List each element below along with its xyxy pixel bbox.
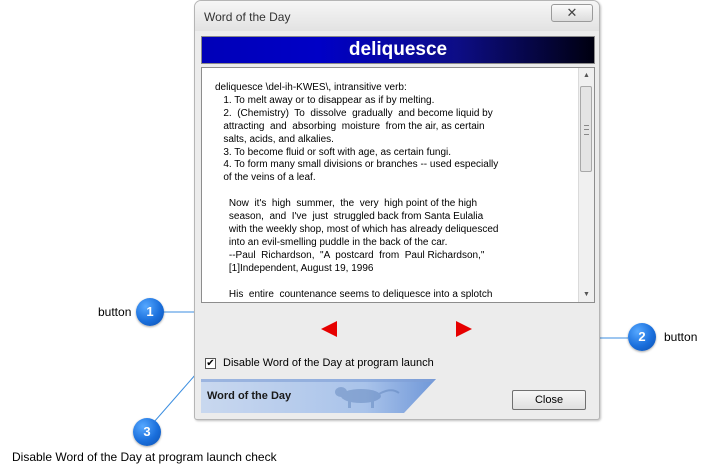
callout-2-badge: 2 <box>628 323 656 351</box>
previous-word-button[interactable] <box>319 319 339 339</box>
definition-line: deliquesce \del-ih-KWES\, intransitive v… <box>215 82 407 93</box>
callout-2-text: button <box>664 330 698 344</box>
callout-3-text: Disable Word of the Day at program launc… <box>12 450 277 464</box>
definition-line: season, and I've just struggled back fro… <box>215 211 484 223</box>
scroll-thumb[interactable] <box>580 86 592 172</box>
close-button[interactable]: Close <box>512 390 586 410</box>
definition-line: salts, acids, and alkalies. <box>215 133 334 145</box>
callout-3-badge: 3 <box>133 418 161 446</box>
scroll-up-button[interactable]: ▲ <box>579 68 594 83</box>
definition-line <box>215 185 565 198</box>
definition-text-area[interactable]: deliquesce \del-ih-KWES\, intransitive v… <box>201 67 595 303</box>
dialog-footer: Word of the Day Close <box>201 379 595 413</box>
definition-line: Now it's high summer, the very high poin… <box>215 198 478 210</box>
definition-line: --Paul Richardson, "A postcard from Paul… <box>215 249 485 261</box>
definition-line: attracting and absorbing moisture from t… <box>215 120 485 132</box>
definition-text: deliquesce \del-ih-KWES\, intransitive v… <box>215 82 565 301</box>
definition-line: into an evil-smelling puddle in the back… <box>215 236 448 248</box>
scroll-down-button[interactable]: ▼ <box>579 287 594 302</box>
callout-1-badge: 1 <box>136 298 164 326</box>
title-bar[interactable]: Word of the Day ✕ <box>195 1 599 31</box>
callout-1-text: button <box>98 305 132 319</box>
definition-line: 2. (Chemistry) To dissolve gradually and… <box>215 107 493 119</box>
definition-line: 1. To melt away or to disappear as if by… <box>215 94 435 106</box>
definition-line: His entire countenance seems to deliques… <box>215 288 493 300</box>
disable-at-launch-label[interactable]: Disable Word of the Day at program launc… <box>223 357 434 369</box>
thumb-grip-icon <box>584 125 589 135</box>
word-banner: deliquesce <box>201 36 595 64</box>
left-arrow-icon <box>321 321 337 337</box>
definition-line: of the veins of a leaf. <box>215 172 316 184</box>
definition-line: 3. To become fluid or soft with age, as … <box>215 146 452 158</box>
definition-line <box>215 276 565 289</box>
footer-title: Word of the Day <box>207 390 292 402</box>
vertical-scrollbar[interactable]: ▲ ▼ <box>578 68 594 302</box>
window-title: Word of the Day <box>204 10 291 24</box>
disable-at-launch-checkbox[interactable]: ✔ <box>205 358 216 369</box>
definition-line: [1]Independent, August 19, 1996 <box>215 262 374 274</box>
window-close-button[interactable]: ✕ <box>551 4 593 22</box>
word-title: deliquesce <box>348 39 448 60</box>
word-of-the-day-dialog: Word of the Day ✕ deliquesce deliquesce … <box>194 0 600 420</box>
definition-line: 4. To form many small divisions or branc… <box>215 159 499 171</box>
next-word-button[interactable] <box>454 319 474 339</box>
definition-line: with the weekly shop, most of which has … <box>215 223 499 235</box>
right-arrow-icon <box>456 321 472 337</box>
